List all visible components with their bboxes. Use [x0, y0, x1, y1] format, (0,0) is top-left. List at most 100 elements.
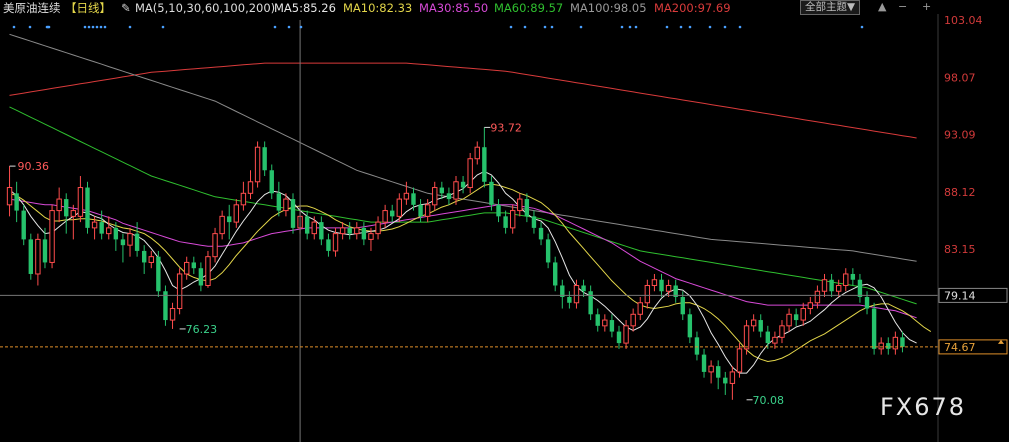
candle-body-up: [247, 181, 254, 194]
ma60-line: [9, 106, 917, 305]
candle-body-down: [411, 193, 416, 205]
event-marker-dot[interactable]: [738, 25, 742, 29]
candle-body-down: [503, 216, 508, 228]
candle-body-down: [687, 314, 693, 338]
candle: [28, 233, 33, 280]
candle-body-up: [240, 192, 247, 206]
candle-body-up: [750, 319, 757, 327]
price-tick-label: 74.67: [944, 341, 976, 354]
price-axis: 103.04 98.07 93.09 88.12 83.15 79.14 74.67: [937, 14, 1009, 442]
event-marker-dot[interactable]: [83, 25, 87, 29]
event-marker-dot[interactable]: [628, 25, 632, 29]
theme-dropdown-button[interactable]: 全部主题▼: [800, 0, 861, 15]
event-marker-dot[interactable]: [128, 25, 132, 29]
candles: [6, 127, 905, 400]
event-marker-dot[interactable]: [620, 25, 624, 29]
event-marker-dot[interactable]: [579, 25, 583, 29]
event-marker-dot[interactable]: [523, 25, 527, 29]
event-marker-dot[interactable]: [161, 25, 165, 29]
candle-body-up: [77, 187, 84, 217]
candle: [843, 268, 849, 292]
candle: [878, 337, 884, 355]
candle: [673, 279, 678, 303]
price-tick: 88.12: [944, 186, 976, 199]
candle-body-up: [403, 192, 410, 200]
candle: [361, 222, 367, 246]
candle-body-up: [517, 198, 523, 212]
candle: [148, 250, 154, 269]
event-marker-dot[interactable]: [688, 25, 692, 29]
candle-body-down: [716, 366, 721, 378]
candle-body-up: [332, 233, 339, 252]
candle: [637, 297, 643, 321]
event-marker-dot[interactable]: [723, 25, 727, 29]
extreme-value: 76.23: [186, 323, 218, 336]
price-tick-label: 88.12: [944, 186, 976, 199]
candle-body-up: [878, 342, 884, 350]
event-marker-dot[interactable]: [28, 25, 32, 29]
event-marker-dot[interactable]: [91, 25, 95, 29]
event-marker-dot[interactable]: [634, 25, 638, 29]
candle: [227, 204, 232, 240]
candle-body-down: [198, 268, 204, 286]
candle-body-down: [64, 199, 69, 217]
event-marker-dot[interactable]: [12, 25, 16, 29]
candle-body-down: [545, 239, 551, 263]
candle-body-up: [800, 308, 806, 321]
candle: [64, 193, 69, 234]
event-marker-dot[interactable]: [299, 25, 303, 29]
candle-body-down: [829, 279, 834, 292]
event-marker-dot[interactable]: [543, 25, 547, 29]
candle-body-up: [205, 256, 211, 286]
event-marker-dot[interactable]: [509, 25, 513, 29]
extreme-value: 90.36: [18, 160, 49, 173]
event-marker-dot[interactable]: [860, 25, 864, 29]
candle-body-up: [148, 256, 154, 263]
candle: [56, 187, 62, 223]
event-marker-dot[interactable]: [665, 25, 669, 29]
candle-body-up: [127, 233, 133, 246]
price-tick: 79.14: [938, 287, 1008, 303]
candle: [651, 273, 658, 292]
event-marker-dot[interactable]: [708, 25, 712, 29]
ma5-line: [9, 170, 917, 374]
extreme-price-label: 70.08: [746, 394, 784, 407]
plus-icon[interactable]: +: [922, 0, 931, 13]
event-marker-dot[interactable]: [87, 25, 91, 29]
candle: [772, 331, 778, 349]
candle-body-down: [141, 250, 147, 263]
candle-body-up: [835, 284, 842, 292]
candle: [694, 331, 700, 361]
candle-body-down: [857, 279, 863, 298]
candle: [701, 348, 707, 378]
candle-body-down: [680, 297, 685, 315]
candle-body-up: [368, 233, 374, 240]
event-marker-dot[interactable]: [273, 25, 277, 29]
event-marker-dot[interactable]: [287, 25, 291, 29]
candle-body-up: [283, 198, 289, 212]
event-marker-dot[interactable]: [95, 25, 99, 29]
event-marker-dot[interactable]: [679, 25, 683, 29]
candle: [262, 141, 267, 177]
minus-icon[interactable]: −: [898, 0, 907, 13]
candle: [644, 279, 651, 309]
event-marker-dot[interactable]: [103, 25, 107, 29]
candle-body-up: [35, 238, 41, 275]
up-arrow-icon[interactable]: ▲: [878, 0, 886, 13]
event-marker-dot[interactable]: [550, 25, 554, 29]
price-tick-label: 79.14: [944, 289, 976, 302]
settings-icon[interactable]: ✎: [121, 0, 131, 16]
event-marker-dot[interactable]: [99, 25, 103, 29]
event-marker-dot[interactable]: [47, 25, 51, 29]
candle-body-down: [659, 279, 664, 292]
candle-body-down: [156, 256, 161, 292]
candle-body-down: [758, 320, 763, 332]
candle-body-up: [786, 313, 792, 327]
candle: [736, 343, 743, 378]
price-tick-label: 103.04: [944, 14, 983, 27]
period-label: 【日线】: [65, 1, 111, 15]
candle: [553, 256, 558, 292]
candle-body-up: [184, 261, 190, 275]
candle-body-down: [99, 222, 104, 234]
candle: [35, 233, 41, 286]
